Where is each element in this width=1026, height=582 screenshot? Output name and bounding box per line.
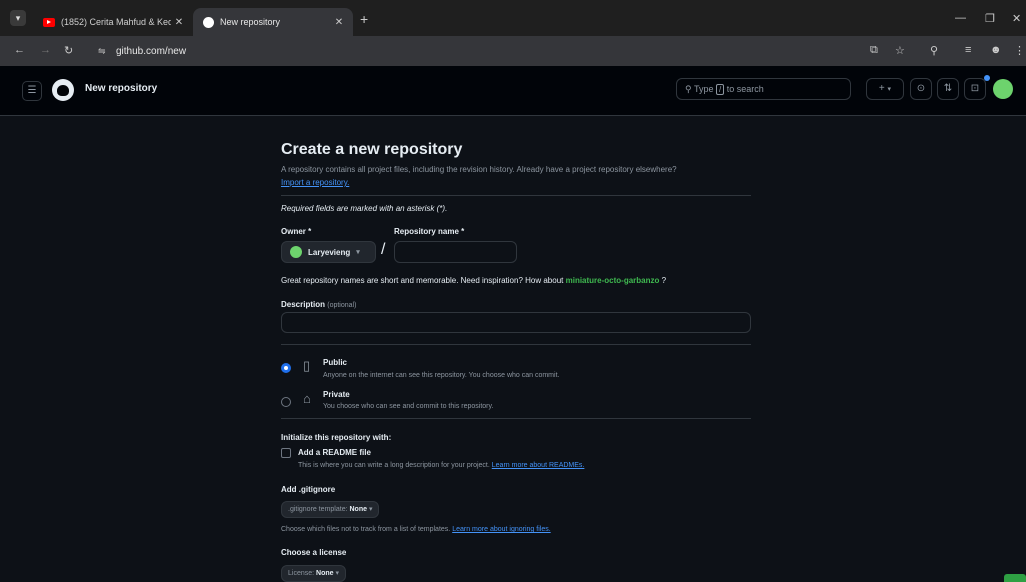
hamburger-menu-icon[interactable]: ☰ <box>22 81 42 101</box>
url-field[interactable]: ⇋ github.com/new <box>88 41 868 62</box>
license-label: Choose a license <box>281 548 347 557</box>
visibility-public-title: Public <box>323 358 348 367</box>
site-info-icon[interactable]: ⇋ <box>98 41 110 62</box>
search-prefix: Type <box>693 84 714 94</box>
page-subtitle: A repository contains all project files,… <box>281 165 677 174</box>
github-favicon-icon <box>203 16 214 28</box>
url-text: github.com/new <box>116 46 187 57</box>
gitignore-value: None <box>349 506 368 513</box>
pull-requests-button[interactable]: ⇅ <box>937 78 959 100</box>
gitignore-label: Add .gitignore <box>281 485 336 494</box>
license-value: None <box>316 570 334 577</box>
tab-search-chevron-icon[interactable]: ▾ <box>10 10 26 26</box>
bookmark-star-icon[interactable]: ☆ <box>895 44 905 57</box>
repo-icon: ▯ <box>303 358 311 373</box>
search-shortcut-key: / <box>715 84 725 95</box>
required-note: Required fields are marked with an aster… <box>281 204 448 213</box>
repository-name-input[interactable] <box>394 241 517 263</box>
gitignore-prefix: .gitignore template: <box>288 506 348 513</box>
chevron-down-icon: ▾ <box>335 570 339 577</box>
owner-repo-separator: / <box>381 241 386 258</box>
gitignore-description: Choose which files not to track from a l… <box>281 526 551 533</box>
visibility-public-radio[interactable] <box>281 363 291 373</box>
github-header: ☰ New repository ⚲ Type / to search + ▾ … <box>0 66 1026 116</box>
visibility-public-desc: Anyone on the internet can see this repo… <box>323 372 560 379</box>
back-icon[interactable]: ← <box>14 44 25 56</box>
issues-icon: ⊙ <box>916 83 926 94</box>
suggestion-prompt: Great repository names are short and mem… <box>281 276 564 285</box>
browser-tab-bar: ▾ (1852) Cerita Mahfud & Kedel ✕ New rep… <box>0 0 1026 36</box>
install-app-icon[interactable]: ⧉ <box>870 44 878 57</box>
search-input[interactable]: ⚲ Type / to search <box>676 78 851 100</box>
license-dropdown[interactable]: License: None ▾ <box>281 565 346 582</box>
tab-title: (1852) Cerita Mahfud & Kedel <box>61 17 171 27</box>
suggestion-end: ? <box>661 276 667 285</box>
add-readme-checkbox[interactable] <box>281 448 291 458</box>
profile-icon[interactable]: ☻ <box>990 44 1002 56</box>
notifications-button[interactable]: ⊡ <box>964 78 986 100</box>
forward-icon: → <box>40 44 51 56</box>
github-logo-icon[interactable] <box>52 79 74 101</box>
browser-tab-new-repository[interactable]: New repository ✕ <box>193 8 353 36</box>
close-icon[interactable]: ✕ <box>171 17 187 28</box>
address-bar-row: ← → ↻ ⇋ github.com/new ⧉ ☆ ⚲ ≡ ☻ ⋮ <box>0 36 1026 66</box>
optional-hint: (optional) <box>327 302 357 309</box>
search-suffix: to search <box>726 84 764 94</box>
owner-select[interactable]: Laryevieng ▾ <box>281 241 376 263</box>
page-context-title: New repository <box>85 83 158 94</box>
create-new-button[interactable]: + ▾ <box>866 78 904 100</box>
visibility-private-desc: You choose who can see and commit to thi… <box>323 403 494 410</box>
description-label-text: Description <box>281 300 326 309</box>
suggested-name-link[interactable]: miniature-octo-garbanzo <box>566 276 660 285</box>
divider <box>281 195 751 196</box>
inbox-icon: ⊡ <box>970 83 980 94</box>
pull-request-icon: ⇅ <box>943 83 953 94</box>
owner-value: Laryevieng <box>308 247 351 257</box>
chevron-down-icon: ▾ <box>887 86 892 93</box>
owner-label: Owner * <box>281 227 312 236</box>
plus-icon: + <box>878 83 885 94</box>
description-label: Description (optional) <box>281 300 356 309</box>
window-close-icon[interactable]: ✕ <box>1012 12 1021 25</box>
youtube-icon <box>43 17 55 27</box>
browser-menu-icon[interactable]: ⋮ <box>1014 44 1025 57</box>
reload-icon[interactable]: ↻ <box>64 44 73 57</box>
issues-button[interactable]: ⊙ <box>910 78 932 100</box>
initialize-label: Initialize this repository with: <box>281 433 392 442</box>
divider <box>281 418 751 419</box>
page-title: Create a new repository <box>281 141 463 158</box>
gitignore-template-dropdown[interactable]: .gitignore template: None ▾ <box>281 501 380 518</box>
copilot-floating-tab[interactable] <box>1004 574 1026 582</box>
minimize-icon[interactable]: — <box>955 12 966 24</box>
description-input[interactable] <box>281 312 751 333</box>
gitignore-desc-text: Choose which files not to track from a l… <box>281 526 451 533</box>
chevron-down-icon: ▾ <box>368 506 373 513</box>
avatar[interactable] <box>993 79 1013 99</box>
readme-desc-text: This is where you can write a long descr… <box>298 462 490 469</box>
visibility-private-radio[interactable] <box>281 397 291 407</box>
restore-icon[interactable]: ❐ <box>985 12 995 25</box>
gitignore-learn-more-link[interactable]: Learn more about ignoring files. <box>452 526 550 533</box>
extensions-icon[interactable]: ⚲ <box>930 44 938 57</box>
add-readme-label: Add a README file <box>298 448 371 457</box>
media-queue-icon[interactable]: ≡ <box>965 44 971 56</box>
new-tab-button[interactable]: + <box>360 11 368 27</box>
readme-description: This is where you can write a long descr… <box>298 462 584 469</box>
import-repository-link[interactable]: Import a repository. <box>281 178 349 187</box>
lock-icon: ⌂ <box>303 391 311 406</box>
tab-title: New repository <box>220 17 281 27</box>
visibility-private-title: Private <box>323 390 350 399</box>
close-icon[interactable]: ✕ <box>331 17 347 28</box>
license-prefix: License: <box>288 570 315 577</box>
readme-learn-more-link[interactable]: Learn more about READMEs. <box>492 462 585 469</box>
name-suggestion-text: Great repository names are short and mem… <box>281 276 666 285</box>
repo-name-label: Repository name * <box>394 227 465 236</box>
browser-tab-youtube[interactable]: (1852) Cerita Mahfud & Kedel ✕ <box>33 8 193 36</box>
notification-dot <box>984 75 990 81</box>
search-icon: ⚲ <box>685 84 692 94</box>
chevron-down-icon: ▾ <box>356 249 360 256</box>
owner-avatar <box>290 246 302 258</box>
divider <box>281 344 751 345</box>
